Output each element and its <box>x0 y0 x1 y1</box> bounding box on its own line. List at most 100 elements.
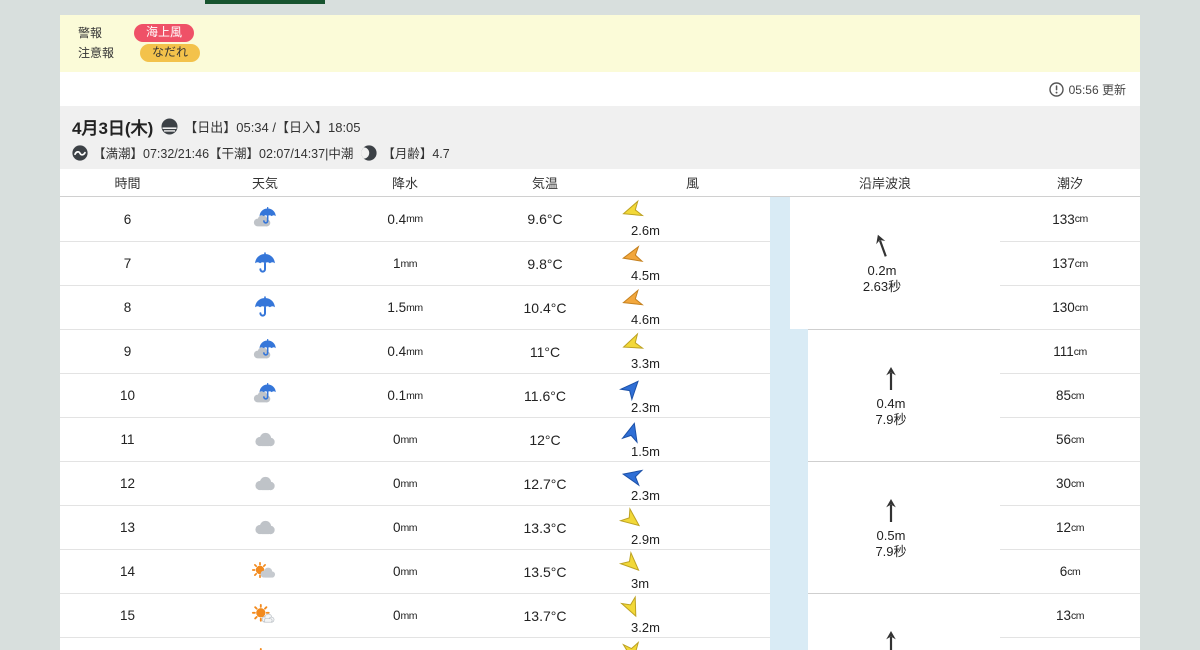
precip-value: 1 <box>392 256 401 271</box>
wind-cell: 2.9m <box>615 505 770 549</box>
update-bar: 05:56 更新 <box>60 72 1140 106</box>
cloud-icon <box>251 514 279 541</box>
time-value: 13 <box>119 520 136 535</box>
wave-period: 7.9秒 <box>875 543 907 559</box>
precip-value: 0 <box>392 432 401 447</box>
hour-row-6: 6 0.4 mm 9.6°C 2.6m 0.2m 2.63秒 133 cm <box>60 197 1140 294</box>
wind-cell: 4.5m <box>615 241 770 285</box>
wave-group: 0.5m7.9秒 <box>808 462 974 594</box>
time-cell: 7 <box>60 241 195 285</box>
hour-row-7: 7 1 mm 9.8°C 4.5m 137 cm <box>60 240 1140 285</box>
wave-period: 7.9秒 <box>875 411 907 427</box>
temp-cell: 9.8°C <box>475 241 615 285</box>
hourly-weather-table: 時間 天気 降水 気温風沿岸波浪 潮汐 6 0.4 mm 9.6°C 2.6m 0.2m 2.… <box>60 169 1140 650</box>
rain-cloud-icon <box>251 338 279 365</box>
temp-cell: 13.6°C <box>475 637 615 650</box>
tide-value: 130 <box>1052 300 1075 315</box>
weather-cell <box>195 241 335 285</box>
advisory-line: 注意報 なだれ <box>78 43 1122 62</box>
tide-unit: cm <box>1067 565 1081 578</box>
time-value: 15 <box>119 608 136 623</box>
wind-speed: 4.5m <box>631 267 660 283</box>
wind-speed: 2.3m <box>631 399 660 415</box>
tide-value: 6 <box>1059 564 1068 579</box>
wave-direction-icon <box>879 497 903 528</box>
wave-direction-icon <box>870 232 894 263</box>
tide-cell: 133 cm <box>1000 197 1140 241</box>
wave-height: 0.5m <box>876 527 906 543</box>
precip-value: 0.4 <box>387 344 407 359</box>
column-header-4: 風 <box>685 176 699 191</box>
wave-period: 2.63秒 <box>862 278 902 294</box>
precip-cell: 0.4 mm <box>335 197 475 241</box>
tide-unit: cm <box>1074 213 1089 225</box>
precip-cell: 0mm <box>335 593 475 637</box>
time-cell: 15 <box>60 593 195 637</box>
hour-row-11: 11 0 mm 12°C 1.5m 56 cm <box>60 416 1140 461</box>
tide-wave-icon <box>72 144 88 161</box>
wave-cell: 0.4m 7.9秒 <box>770 329 1000 427</box>
wave-height-strip <box>770 197 790 241</box>
wind-direction-icon <box>619 377 643 401</box>
weather-cell <box>195 637 335 650</box>
wind-direction-icon <box>621 288 644 311</box>
wind-direction-icon <box>621 421 643 444</box>
wave-direction-icon <box>879 365 903 396</box>
precip-value: 1.5 <box>387 300 407 315</box>
sunrise-sunset-text: 【日出】05:34 /【日入】18:05 <box>184 120 361 135</box>
weather-cell <box>195 285 335 329</box>
tide-unit: cm <box>1074 257 1089 270</box>
wind-cell: 3.3m <box>615 329 770 373</box>
precip-value: 0.4 <box>387 211 407 227</box>
time-cell: 11 <box>60 417 195 461</box>
temp-cell: 12.7°C <box>475 461 615 505</box>
temp-cell: 9.6°C <box>475 197 615 241</box>
tide-value: 30 <box>1055 476 1072 491</box>
temp-cell: 13.5°C <box>475 549 615 593</box>
column-header-0: 時間 <box>114 176 141 191</box>
cloud-icon <box>251 426 279 453</box>
advisory-badge[interactable]: なだれ <box>140 43 201 62</box>
tide-text: 【満潮】07:32/21:46【干潮】02:07/14:37|中潮 <box>93 147 354 161</box>
wind-speed: 3.3m <box>631 355 660 371</box>
wave-height-strip <box>770 284 790 329</box>
column-header-3: 気温 <box>531 176 558 191</box>
precip-cell: 0mm <box>335 505 475 549</box>
tide-cell: 130 cm <box>1000 285 1140 329</box>
hour-row-10: 10 0.1 mm 11.6°C 2.3m 85 cm <box>60 372 1140 417</box>
wind-cell: 2.3m <box>615 373 770 417</box>
weather-cell <box>195 461 335 505</box>
precip-value: 0 <box>392 476 401 491</box>
sunrise-icon <box>161 118 178 135</box>
table-body: 6 0.4 mm 9.6°C 2.6m 0.2m 2.63秒 133 cm 7 1 mm 9.8… <box>60 197 1140 650</box>
tide-value: 56 <box>1055 432 1072 447</box>
temp-value: 12°C <box>529 431 561 448</box>
temp-cell: 10.4°C <box>475 285 615 329</box>
precip-unit: mm <box>406 389 423 402</box>
time-value: 6 <box>123 211 132 227</box>
tide-cell: 13 cm <box>1000 593 1140 637</box>
temp-cell: 11°C <box>475 329 615 373</box>
temp-value: 10.4°C <box>523 299 567 316</box>
temp-value: 9.6°C <box>527 211 563 227</box>
tide-cell: 31cm <box>1000 637 1140 650</box>
active-tab-remnant <box>205 0 325 4</box>
wind-cell: 4.6m <box>615 285 770 329</box>
time-value: 10 <box>119 388 136 403</box>
precip-cell: 0mm <box>335 549 475 593</box>
warning-badge[interactable]: 海上風 <box>134 23 195 42</box>
tide-unit: cm <box>1071 389 1085 402</box>
warning-line: 警報 海上風 <box>78 23 1122 42</box>
wave-height-strip <box>770 416 808 461</box>
time-cell: 12 <box>60 461 195 505</box>
precip-unit: mm <box>406 301 423 314</box>
moon-age-icon <box>361 144 377 161</box>
wind-speed: 2.9m <box>631 531 660 547</box>
wave-height-strip <box>770 329 808 373</box>
date-title: 4月3日(木) <box>72 119 154 138</box>
wave-height-strip <box>770 240 790 285</box>
tide-value: 133 <box>1052 211 1075 227</box>
wave-cell: 0.5m7.9秒 <box>770 593 1000 650</box>
weather-cell <box>195 505 335 549</box>
wind-cell: 2.3m <box>615 461 770 505</box>
